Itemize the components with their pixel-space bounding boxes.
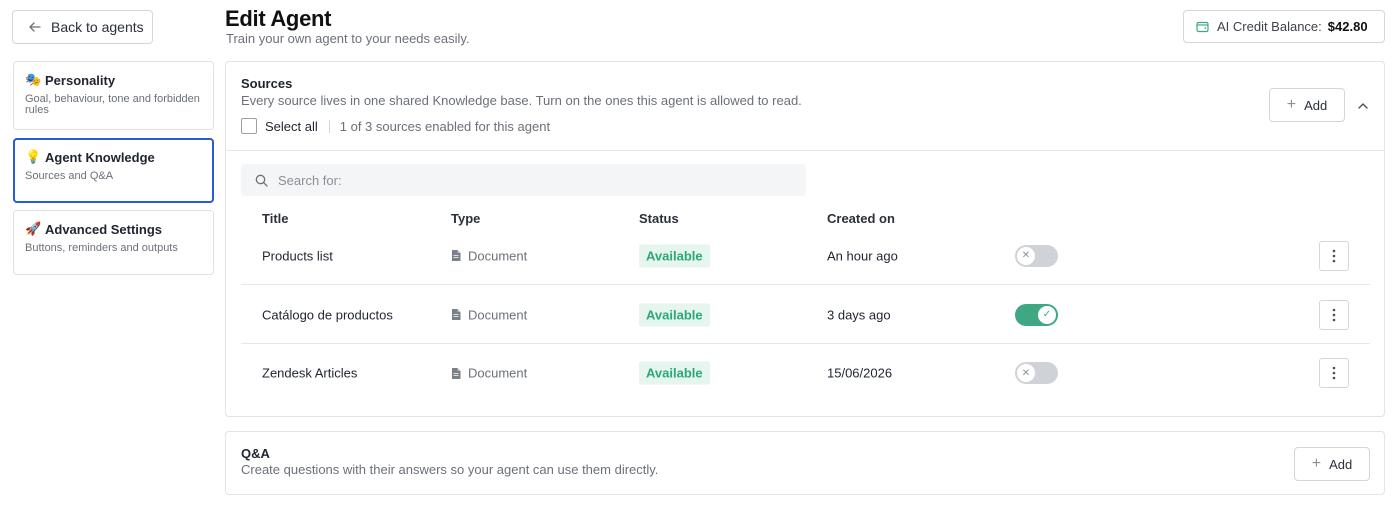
source-type: Document: [451, 307, 527, 322]
status-badge: Available: [639, 244, 710, 267]
column-header-created: Created on: [827, 211, 895, 226]
qa-title: Q&A: [241, 446, 270, 461]
status-badge-label: Available: [639, 361, 710, 385]
column-header-type: Type: [451, 211, 481, 226]
sources-panel: Sources Every source lives in one shared…: [225, 61, 1385, 417]
rocket-icon: 🚀: [25, 221, 42, 236]
source-created: 3 days ago: [827, 307, 891, 322]
source-created: An hour ago: [827, 248, 898, 263]
document-icon: [452, 250, 461, 261]
document-icon: [452, 367, 461, 379]
column-header-status: Status: [639, 211, 679, 226]
more-actions-button[interactable]: [1319, 240, 1349, 271]
enabled-count: 1 of 3 sources enabled for this agent: [339, 118, 551, 134]
page-title: Edit Agent: [225, 6, 332, 31]
more-actions-button[interactable]: [1319, 299, 1349, 330]
search-icon: [255, 174, 268, 187]
nav-card-title: Advanced Settings: [45, 221, 163, 237]
more-vertical-icon: [1332, 308, 1336, 321]
select-all-checkbox[interactable]: [241, 118, 257, 134]
wallet-icon: [1196, 21, 1209, 33]
ai-credit-balance[interactable]: AI Credit Balance: $42.80: [1183, 10, 1385, 43]
more-vertical-icon: [1332, 249, 1336, 262]
credit-label: AI Credit Balance:: [1217, 19, 1322, 34]
source-title: Catálogo de productos: [262, 307, 393, 322]
add-qa-button[interactable]: + Add: [1294, 447, 1370, 481]
lightbulb-icon: 💡: [25, 149, 42, 164]
nav-card-subtitle: Goal, behaviour, tone and forbidden rule…: [25, 93, 200, 116]
nav-card-personality[interactable]: 🎭 Personality Goal, behaviour, tone and f…: [13, 61, 214, 130]
source-title: Zendesk Articles: [262, 365, 358, 381]
source-enable-toggle[interactable]: ✕: [1015, 244, 1058, 267]
column-header-title: Title: [262, 211, 289, 226]
divider: [328, 119, 330, 133]
source-title: Products list: [262, 248, 333, 263]
qa-panel: Q&A Create questions with their answers …: [225, 431, 1385, 495]
plus-icon: +: [1286, 96, 1297, 113]
source-type-label: Document: [468, 307, 528, 322]
close-icon: ✕: [1017, 364, 1035, 382]
table-row: Zendesk Articles Document Available 15/0…: [241, 344, 1370, 402]
table-row: Products list Document Available An hour…: [241, 227, 1370, 285]
nav-card-title: Personality: [45, 72, 116, 88]
add-source-label: Add: [1304, 97, 1328, 113]
sources-description: Every source lives in one shared Knowled…: [241, 93, 802, 108]
arrow-left-icon: [29, 22, 41, 32]
nav-card-advanced-settings[interactable]: 🚀 Advanced Settings Buttons, reminders an…: [13, 210, 214, 275]
status-badge-label: Available: [639, 244, 710, 267]
more-actions-button[interactable]: [1319, 358, 1349, 388]
nav-card-title: Agent Knowledge: [45, 149, 155, 165]
sources-title: Sources: [241, 76, 293, 91]
search-input[interactable]: [278, 172, 778, 188]
sources-header: Sources Every source lives in one shared…: [226, 62, 1384, 151]
source-type: Document: [451, 366, 527, 381]
table-row: Catálogo de productos Document Available…: [241, 286, 1370, 344]
credit-amount: $42.80: [1327, 19, 1368, 34]
source-created: 15/06/2026: [827, 365, 893, 381]
select-all-label[interactable]: Select all: [265, 119, 318, 134]
search-bar: [241, 164, 806, 196]
source-type: Document: [451, 248, 527, 263]
select-all-row: Select all 1 of 3 sources enabled for th…: [241, 118, 550, 134]
add-source-button[interactable]: + Add: [1269, 88, 1345, 122]
document-icon: [452, 309, 461, 320]
nav-card-subtitle: Buttons, reminders and outputs: [25, 242, 178, 254]
plus-icon: +: [1311, 455, 1322, 472]
status-badge-label: Available: [639, 303, 710, 326]
back-to-agents-button[interactable]: Back to agents: [12, 10, 153, 44]
chevron-up-icon[interactable]: [1356, 99, 1370, 113]
status-badge: Available: [639, 303, 710, 326]
personality-icon: 🎭: [25, 72, 42, 87]
status-badge: Available: [639, 361, 710, 385]
check-icon: ✓: [1038, 305, 1056, 324]
add-qa-label: Add: [1329, 456, 1353, 472]
more-vertical-icon: [1332, 366, 1336, 380]
close-icon: ✕: [1017, 246, 1035, 265]
source-enable-toggle[interactable]: ✕: [1015, 362, 1058, 384]
source-type-label: Document: [468, 248, 528, 263]
qa-description: Create questions with their answers so y…: [241, 462, 659, 477]
source-type-label: Document: [468, 365, 528, 381]
page-subtitle: Train your own agent to your needs easil…: [226, 31, 470, 46]
source-enable-toggle[interactable]: ✓: [1015, 303, 1058, 326]
nav-card-agent-knowledge[interactable]: 💡 Agent Knowledge Sources and Q&A: [13, 138, 214, 203]
nav-card-subtitle: Sources and Q&A: [25, 170, 114, 182]
back-to-agents-label: Back to agents: [51, 19, 144, 35]
